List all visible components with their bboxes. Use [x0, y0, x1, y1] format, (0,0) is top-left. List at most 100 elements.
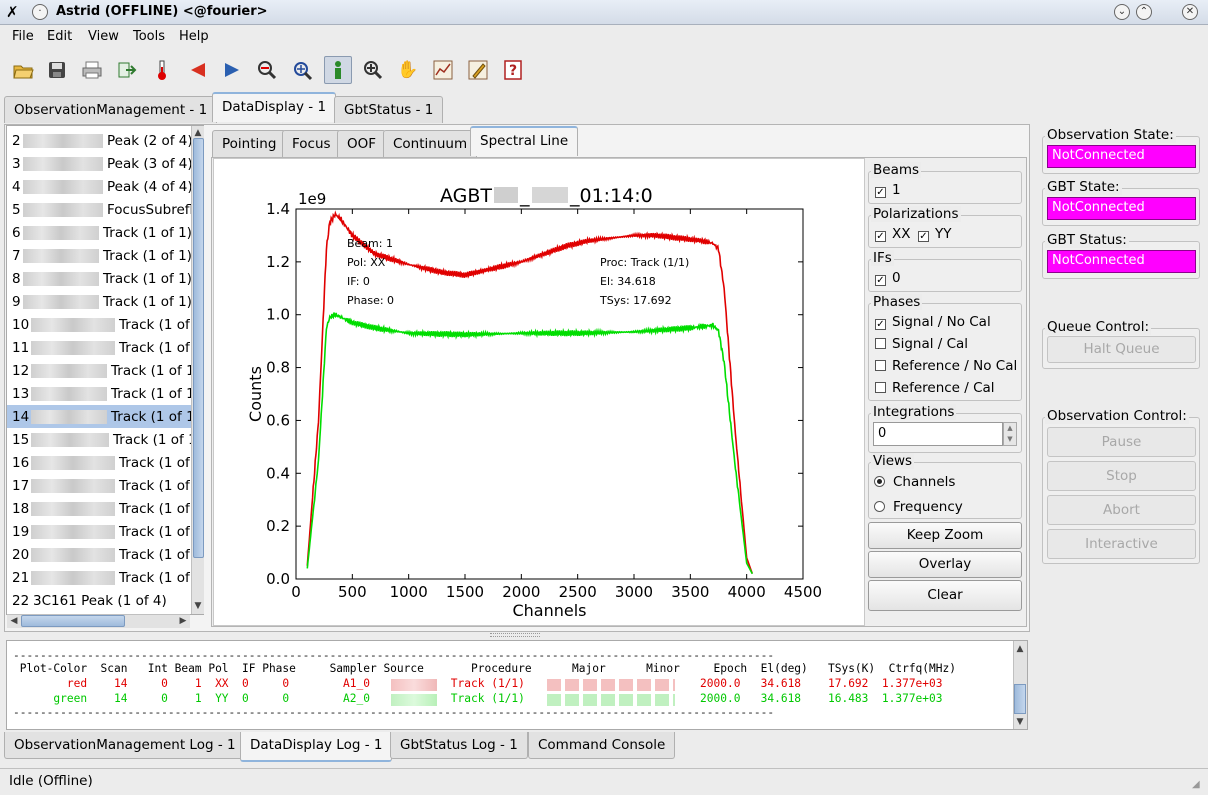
tab-data-display[interactable]: DataDisplay - 1: [212, 92, 337, 122]
checkbox-icon: ✓: [918, 231, 929, 242]
phase-ref-nocal-checkbox[interactable]: Reference / No Cal: [875, 358, 1017, 374]
minimize-icon[interactable]: ⌄: [1114, 4, 1130, 20]
tab-spectral-line[interactable]: Spectral Line: [470, 126, 579, 156]
next-icon[interactable]: [218, 56, 246, 84]
scan-list-item[interactable]: 4 Peak (4 of 4): [7, 175, 194, 198]
interactive-button[interactable]: Interactive: [1047, 529, 1196, 559]
zoom-fit-icon[interactable]: [288, 56, 316, 84]
log-scroll-up-icon[interactable]: ▲: [1014, 643, 1026, 655]
resize-grip-icon[interactable]: ◢: [1192, 779, 1200, 790]
tab-oof[interactable]: OOF: [337, 130, 387, 157]
overlay-button[interactable]: Overlay: [868, 551, 1022, 578]
tab-data-display-log[interactable]: DataDisplay Log - 1: [240, 732, 393, 762]
log-scroll-down-icon[interactable]: ▼: [1014, 716, 1026, 728]
info-icon[interactable]: [324, 56, 352, 84]
spectral-plot[interactable]: 0 500 1000 1500 2000 2500 3000 3500 4000 4500 0.0 0…: [214, 159, 866, 627]
if-0-checkbox[interactable]: ✓ 0: [875, 270, 901, 286]
view-frequency-radio[interactable]: Frequency: [874, 499, 963, 515]
menu-file[interactable]: File: [12, 29, 34, 44]
zoom-in-icon[interactable]: [359, 56, 387, 84]
log-scroll-thumb[interactable]: [1014, 684, 1026, 714]
scan-list-item[interactable]: 14 Track (1 of 1): [7, 405, 194, 428]
edit-icon[interactable]: [464, 56, 492, 84]
scan-list-item[interactable]: 18 Track (1 of 1: [7, 497, 194, 520]
plot-area[interactable]: 0 500 1000 1500 2000 2500 3000 3500 4000 4500 0.0 0…: [213, 158, 865, 626]
print-icon[interactable]: [78, 56, 106, 84]
scan-list-item[interactable]: 10 Track (1 of 1: [7, 313, 194, 336]
maximize-icon[interactable]: ⌃: [1136, 4, 1152, 20]
abort-button[interactable]: Abort: [1047, 495, 1196, 525]
tab-focus[interactable]: Focus: [282, 130, 341, 157]
scan-list-item[interactable]: 3 Peak (3 of 4): [7, 152, 194, 175]
pan-hand-icon[interactable]: ✋: [394, 56, 422, 84]
tab-observation-management[interactable]: ObservationManagement - 1: [4, 96, 218, 123]
export-icon[interactable]: [113, 56, 141, 84]
zoom-out-icon[interactable]: [253, 56, 281, 84]
tab-pointing[interactable]: Pointing: [212, 130, 287, 157]
pol-xx-checkbox[interactable]: ✓ XX: [875, 226, 911, 242]
scan-list-item[interactable]: 19 Track (1 of 1: [7, 520, 194, 543]
tab-gbt-status[interactable]: GbtStatus - 1: [334, 96, 444, 123]
scan-list-item[interactable]: 2 Peak (2 of 4): [7, 129, 194, 152]
tab-continuum[interactable]: Continuum: [383, 130, 478, 157]
scroll-up-icon[interactable]: ▲: [192, 127, 204, 139]
y-tick-label: 0.2: [266, 517, 290, 535]
main-tab-bar: ObservationManagement - 1 DataDisplay - …: [0, 92, 1040, 126]
scroll-right-icon[interactable]: ▶: [177, 615, 189, 627]
tab-command-console[interactable]: Command Console: [528, 732, 676, 759]
halt-queue-button[interactable]: Halt Queue: [1047, 336, 1196, 363]
phase-signal-nocal-checkbox[interactable]: ✓ Signal / No Cal: [875, 314, 991, 330]
scan-list-item[interactable]: 9 Track (1 of 1): [7, 290, 194, 313]
scan-list-scroll-thumb[interactable]: [193, 138, 204, 558]
thermometer-icon[interactable]: [148, 56, 176, 84]
scan-list-hscroll-thumb[interactable]: [21, 615, 125, 627]
scan-list-item[interactable]: 7 Track (1 of 1): [7, 244, 194, 267]
menu-help[interactable]: Help: [179, 29, 209, 44]
scroll-down-icon[interactable]: ▼: [192, 600, 204, 612]
chart-icon[interactable]: [429, 56, 457, 84]
scan-list-item[interactable]: 12 Track (1 of 1): [7, 359, 194, 382]
app-icon[interactable]: ✗: [6, 3, 19, 21]
status-bar: Idle (Offline) ◢: [0, 768, 1208, 795]
open-folder-icon[interactable]: [9, 56, 37, 84]
tab-obs-mgmt-log[interactable]: ObservationManagement Log - 1: [4, 732, 246, 759]
scroll-left-icon[interactable]: ◀: [8, 615, 20, 627]
phase-ref-cal-checkbox[interactable]: Reference / Cal: [875, 380, 995, 396]
menu-view[interactable]: View: [88, 29, 119, 44]
integrations-input[interactable]: 0: [873, 422, 1003, 446]
scan-list-item[interactable]: 15 Track (1 of 1): [7, 428, 194, 451]
integrations-spinner[interactable]: ▲ ▼: [1003, 422, 1017, 446]
scan-list[interactable]: 2 Peak (2 of 4) 3 Peak (3 of 4) 4 Peak (4 of …: [6, 125, 204, 615]
scan-list-item[interactable]: 20 Track (1 of 1: [7, 543, 194, 566]
scan-label: Track (1 of 1): [103, 294, 192, 310]
previous-icon[interactable]: [184, 56, 212, 84]
tab-gbt-status-log[interactable]: GbtStatus Log - 1: [390, 732, 528, 759]
scan-list-item[interactable]: 6 Track (1 of 1): [7, 221, 194, 244]
menu-edit[interactable]: Edit: [47, 29, 72, 44]
clear-button[interactable]: Clear: [868, 580, 1022, 611]
stop-button[interactable]: Stop: [1047, 461, 1196, 491]
scan-list-item[interactable]: 21 Track (1 of 1: [7, 566, 194, 589]
beam-1-checkbox[interactable]: ✓ 1: [875, 182, 901, 198]
x-tick-label: 2000: [502, 583, 540, 601]
help-icon[interactable]: ?: [499, 56, 527, 84]
scan-list-item[interactable]: 13 Track (1 of 1): [7, 382, 194, 405]
pause-button[interactable]: Pause: [1047, 427, 1196, 457]
splitter-handle[interactable]: [490, 633, 540, 637]
scan-list-item[interactable]: 17 Track (1 of 1: [7, 474, 194, 497]
phase-signal-cal-checkbox[interactable]: Signal / Cal: [875, 336, 968, 352]
view-channels-radio[interactable]: Channels: [874, 474, 955, 490]
pol-yy-checkbox[interactable]: ✓ YY: [918, 226, 952, 242]
scan-list-item[interactable]: 11 Track (1 of 1: [7, 336, 194, 359]
scan-list-item[interactable]: 8 Track (1 of 1): [7, 267, 194, 290]
close-icon[interactable]: ✕: [1182, 4, 1198, 20]
save-icon[interactable]: [43, 56, 71, 84]
redacted-source: [23, 249, 99, 263]
menu-tools[interactable]: Tools: [133, 29, 165, 44]
scan-list-item[interactable]: 16 Track (1 of 1: [7, 451, 194, 474]
redacted-source: [23, 134, 103, 148]
keep-zoom-button[interactable]: Keep Zoom: [868, 522, 1022, 549]
scan-list-item[interactable]: 5 FocusSubrefl: [7, 198, 194, 221]
scan-list-item[interactable]: 22 3C161 Peak (1 of 4): [7, 589, 194, 612]
window-menu-icon[interactable]: ·: [32, 4, 48, 20]
